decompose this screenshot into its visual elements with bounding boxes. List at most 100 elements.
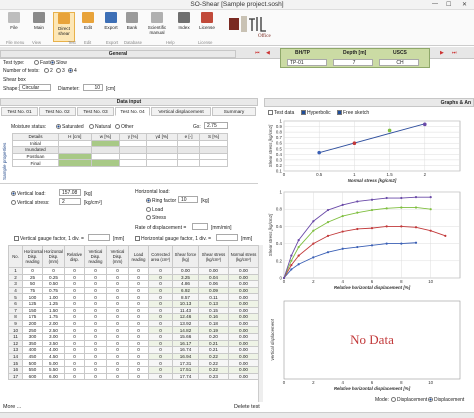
table-cell[interactable]: 5.00	[42, 359, 65, 367]
export-button[interactable]: Export	[100, 12, 122, 42]
table-cell[interactable]: 0	[148, 286, 173, 295]
table-cell[interactable]: 0	[106, 319, 129, 328]
table-cell[interactable]: 0.00	[228, 306, 258, 315]
table-cell[interactable]: 0	[64, 332, 85, 341]
table-cell[interactable]: 0.09	[198, 286, 229, 295]
table-cell[interactable]: 0	[106, 293, 129, 301]
table-cell[interactable]: 0	[64, 313, 85, 321]
table-cell[interactable]: 0.00	[228, 313, 258, 321]
table-cell[interactable]: 0.00	[228, 293, 258, 301]
table-cell[interactable]: 0.00	[228, 352, 258, 361]
table-cell[interactable]: 600	[22, 372, 43, 381]
tab-summary[interactable]: Summary	[212, 107, 256, 116]
table-cell[interactable]: 0	[64, 299, 85, 308]
horizontal-gauge-checkbox[interactable]: Horizontal gauge factor, 1 div. =	[135, 236, 211, 242]
table-cell[interactable]: 0	[106, 280, 129, 288]
table-cell[interactable]: 0.00	[228, 286, 258, 295]
table-cell[interactable]: 0	[64, 273, 85, 282]
table-cell[interactable]: 0.22	[198, 359, 229, 367]
table-cell[interactable]: 3.50	[42, 339, 65, 348]
table-cell[interactable]: 0	[64, 319, 85, 328]
table-cell[interactable]: 0	[64, 365, 85, 374]
table-cell[interactable]: 0.00	[228, 372, 258, 381]
table-cell[interactable]: 0	[148, 273, 173, 282]
tab-test-02[interactable]: Test No. 02	[39, 107, 76, 116]
table-cell[interactable]: 0	[106, 346, 129, 354]
table-cell[interactable]: 0.00	[228, 332, 258, 341]
table-cell[interactable]: 0	[148, 313, 173, 321]
table-cell[interactable]: 0	[84, 306, 107, 315]
table-cell[interactable]: 0	[128, 319, 149, 328]
table-cell[interactable]: 175	[22, 313, 43, 321]
tab-test-03[interactable]: Test No. 03	[77, 107, 114, 116]
table-cell[interactable]: 10.13	[172, 299, 199, 308]
table-cell[interactable]: 0	[148, 319, 173, 328]
table-cell[interactable]: 0.16	[198, 313, 229, 321]
table-cell[interactable]: 0	[106, 372, 129, 381]
table-cell[interactable]: 0.20	[198, 332, 229, 341]
table-cell[interactable]: 0	[148, 372, 173, 381]
table-cell[interactable]: 0.19	[198, 326, 229, 334]
next-record-button[interactable]: ▶	[440, 50, 444, 56]
table-cell[interactable]: 17.74	[172, 372, 199, 381]
table-cell[interactable]: 0	[84, 339, 107, 348]
table-cell[interactable]: 0.11	[198, 293, 229, 301]
table-cell[interactable]: 0	[84, 352, 107, 361]
table-cell[interactable]: 0	[106, 359, 129, 367]
table-cell[interactable]: 0.04	[198, 273, 229, 282]
table-cell[interactable]: 2.00	[42, 319, 65, 328]
table-cell[interactable]: 0	[106, 313, 129, 321]
table-cell[interactable]: 0	[106, 306, 129, 315]
direct-shear-button[interactable]: Direct shear	[53, 12, 75, 42]
table-cell[interactable]: 0.06	[198, 280, 229, 288]
table-cell[interactable]: 0	[128, 280, 149, 288]
table-cell[interactable]: 0	[84, 280, 107, 288]
table-cell[interactable]: 0.50	[42, 280, 65, 288]
table-cell[interactable]: 0	[84, 299, 107, 308]
table-cell[interactable]: 350	[22, 339, 43, 348]
table-cell[interactable]: 0	[106, 365, 129, 374]
table-cell[interactable]: 0	[128, 313, 149, 321]
table-cell[interactable]: 14.82	[172, 326, 199, 334]
last-record-button[interactable]: ⏭	[452, 50, 457, 56]
table-cell[interactable]: 125	[22, 299, 43, 308]
delete-test-button[interactable]: Delete test	[234, 404, 260, 410]
table-cell[interactable]: 0.00	[228, 267, 258, 275]
tab-vertical-displacement[interactable]: Vertical displacement	[151, 107, 211, 116]
table-cell[interactable]: 0	[148, 280, 173, 288]
table-cell[interactable]: 100	[22, 293, 43, 301]
table-cell[interactable]: 1.00	[42, 293, 65, 301]
table-cell[interactable]: 0	[148, 306, 173, 315]
table-cell[interactable]: 1.75	[42, 313, 65, 321]
scientific-manual-button[interactable]: Scientific manual	[144, 12, 170, 42]
uscs-field[interactable]: CH	[379, 59, 419, 66]
table-cell[interactable]: 0	[64, 339, 85, 348]
table-cell[interactable]: 50	[22, 280, 43, 288]
moisture-saturated-radio[interactable]: Saturated	[56, 124, 84, 130]
table-cell[interactable]: 3.25	[172, 273, 199, 282]
table-cell[interactable]: 16.94	[172, 352, 199, 361]
table-cell[interactable]: 0	[84, 267, 107, 275]
tab-test-01[interactable]: Test No. 01	[1, 107, 38, 116]
free-sketch-checkbox[interactable]: Free sketch	[337, 110, 369, 116]
table-cell[interactable]: 0	[64, 352, 85, 361]
table-cell[interactable]: 0.00	[228, 299, 258, 308]
table-cell[interactable]: 0	[42, 267, 65, 275]
table-cell[interactable]: 250	[22, 326, 43, 334]
table-cell[interactable]: 13.92	[172, 319, 199, 328]
table-cell[interactable]: 0.22	[198, 365, 229, 374]
moisture-natural-radio[interactable]: Natural	[89, 124, 111, 130]
mode-displacement-radio[interactable]: Displacement	[391, 397, 427, 403]
previous-record-button[interactable]: ◀	[266, 50, 270, 56]
table-cell[interactable]: 17.31	[172, 359, 199, 367]
table-cell[interactable]: 16.74	[172, 346, 199, 354]
bank-button[interactable]: Bank	[121, 12, 143, 42]
table-cell[interactable]: 2.50	[42, 326, 65, 334]
table-cell[interactable]: 0.13	[198, 299, 229, 308]
table-cell[interactable]: 75	[22, 286, 43, 295]
table-cell[interactable]: 0	[84, 286, 107, 295]
bhtp-select[interactable]: TP-01	[287, 59, 327, 66]
num-tests-2-radio[interactable]: 2	[44, 68, 53, 74]
table-cell[interactable]: 4.86	[172, 280, 199, 288]
table-cell[interactable]: 4.50	[42, 352, 65, 361]
